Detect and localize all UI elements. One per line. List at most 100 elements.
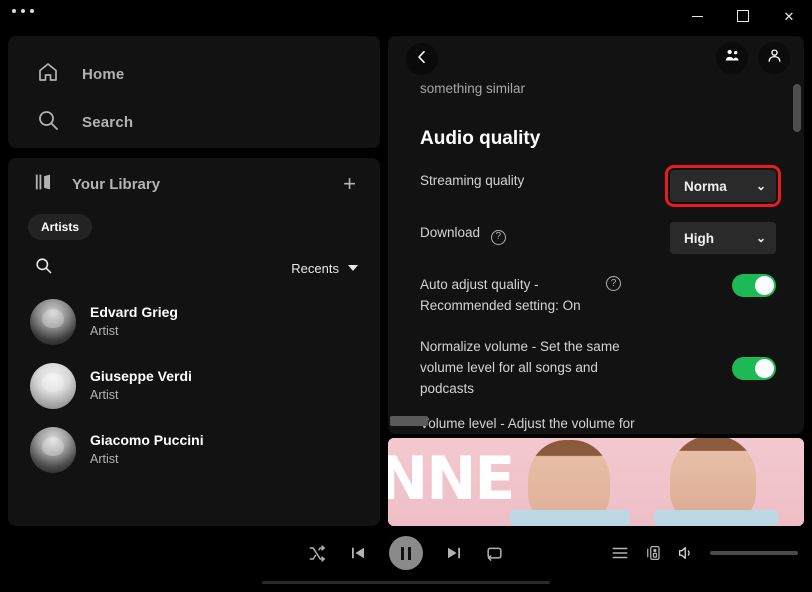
setting-control [732,357,776,380]
dropdown-value: High [684,230,714,246]
library-icon [34,171,56,198]
avatar [30,299,76,345]
setting-control: High ⌄ [670,222,776,254]
setting-label: Streaming quality [420,173,525,188]
artist-type: Artist [90,388,119,403]
friends-activity-button[interactable] [716,42,748,74]
setting-label-text: Download [420,225,481,240]
library-header: Your Library + [8,158,380,210]
setting-label: Normalize volume - Set the same volume l… [420,339,620,396]
settings-content: something similar Audio quality Streamin… [388,81,804,434]
vertical-scrollbar-thumb[interactable] [793,84,801,132]
list-item[interactable]: Giacomo Puccini Artist [8,418,380,482]
help-icon[interactable]: ? [490,229,506,245]
connect-device-icon[interactable] [644,544,662,562]
sidebar-item-home[interactable]: Home [8,50,380,98]
sidebar-item-search[interactable]: Search [8,98,380,146]
download-quality-dropdown[interactable]: High ⌄ [670,222,776,254]
list-item[interactable]: Giuseppe Verdi Artist [8,354,380,418]
setting-row-streaming-quality: Streaming quality Norma ⌄ [420,165,781,207]
dot [21,9,25,13]
artist-name: Edvard Grieg [90,304,178,321]
profile-button[interactable] [758,42,790,74]
library-tools: Recents [8,246,380,290]
clipped-previous-text: something similar [420,81,526,96]
queue-icon[interactable] [611,544,629,562]
setting-label: Auto adjust quality - Recommended settin… [420,277,581,313]
sidebar-item-label: Search [82,113,134,131]
shuffle-button[interactable] [308,544,327,563]
next-button[interactable] [445,544,463,562]
setting-row-download: Download ? High ⌄ [420,222,776,254]
section-title: Audio quality [420,128,541,149]
artist-name: Giuseppe Verdi [90,368,192,385]
banner-shirt-right [654,510,778,526]
previous-button[interactable] [349,544,367,562]
minimize-button[interactable] [674,0,720,32]
setting-row-normalize-volume: Normalize volume - Set the same volume l… [420,336,776,399]
list-item-meta: Giacomo Puccini Artist [90,431,204,469]
artist-name: Giacomo Puccini [90,432,204,449]
streaming-quality-dropdown[interactable]: Norma ⌄ [665,165,781,207]
setting-row-volume-level: Volume level - Adjust the volume for you… [420,413,776,434]
player-bar [0,526,812,592]
friends-icon [724,47,741,69]
banner-shirt-left [510,510,630,526]
chevron-down-icon: ⌄ [755,179,766,193]
pause-bar [407,546,412,560]
playback-progress-bar[interactable] [262,581,550,584]
setting-control: Norma ⌄ [665,165,781,207]
auto-adjust-quality-toggle[interactable] [732,274,776,297]
volume-slider[interactable] [710,551,798,555]
title-bar: ✕ [0,0,812,32]
banner-text: NNE [388,444,515,514]
help-icon[interactable]: ? [606,276,621,291]
add-icon[interactable]: + [337,169,362,199]
window-menu-dots[interactable] [12,9,34,13]
sidebar: Home Search Your Library + Artists Recen… [8,36,380,526]
list-item[interactable]: Edvard Grieg Artist [8,290,380,354]
volume-icon[interactable] [677,544,695,562]
album-artwork-banner[interactable]: NNE [388,438,804,526]
sidebar-item-label: Home [82,65,125,83]
list-item-meta: Giuseppe Verdi Artist [90,367,192,405]
artist-type: Artist [90,324,119,339]
avatar [30,363,76,409]
play-pause-button[interactable] [389,536,423,570]
header-actions [716,42,790,74]
settings-header [388,36,804,84]
library-search-icon[interactable] [34,256,53,280]
list-item-meta: Edvard Grieg Artist [90,303,178,341]
spotify-window: ✕ Home Search Your Library + Artists Rec… [0,0,812,592]
normalize-volume-toggle[interactable] [732,357,776,380]
chevron-down-icon [348,265,358,271]
player-right-controls [611,544,798,562]
close-button[interactable]: ✕ [766,0,812,32]
avatar [30,427,76,473]
setting-label: Volume level - Adjust the volume for you… [420,416,635,431]
profile-icon [766,47,783,69]
library-sort-button[interactable]: Recents [291,261,358,276]
setting-control [732,274,776,297]
toggle-knob [755,276,774,295]
settings-panel: something similar Audio quality Streamin… [388,36,804,434]
primary-nav: Home Search [8,36,380,148]
pause-icon [400,546,412,560]
back-button[interactable] [406,43,438,75]
window-controls: ✕ [674,0,812,32]
setting-label: Download ? [420,222,506,245]
horizontal-scrollbar-thumb[interactable] [390,416,428,426]
search-icon [36,108,60,137]
chevron-left-icon [414,49,430,70]
dot [12,9,16,13]
toggle-knob [755,359,774,378]
dot [30,9,34,13]
playback-controls [308,536,504,570]
artist-type: Artist [90,452,119,467]
library-filter-chips: Artists [8,210,380,240]
dropdown-value: Norma [684,178,727,194]
filter-chip-artists[interactable]: Artists [28,214,93,240]
maximize-button[interactable] [720,0,766,32]
repeat-button[interactable] [485,544,504,563]
pause-bar [400,546,405,560]
